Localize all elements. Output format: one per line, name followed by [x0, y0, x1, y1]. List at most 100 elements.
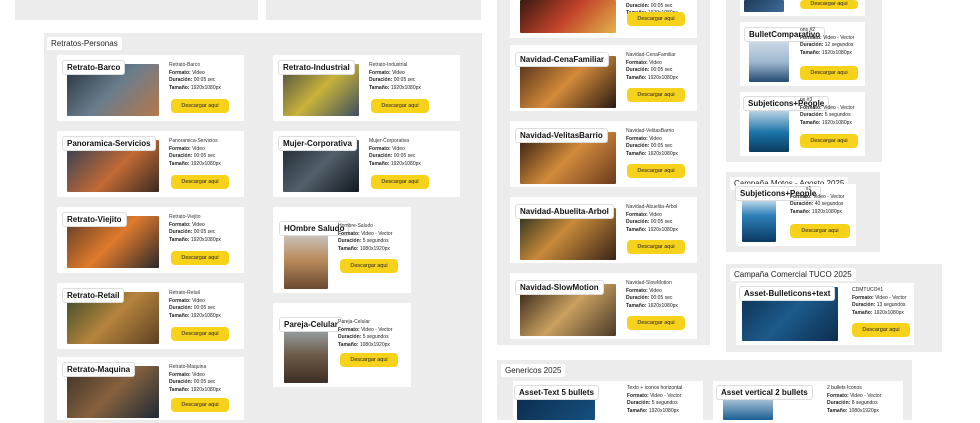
navidad-name: Navidad-CenaFamiliar: [626, 52, 676, 58]
genericos-group-title: Genericos 2025: [501, 364, 566, 377]
retrato-card: Retrato-Retail Retrato-Retail Formato: V…: [57, 283, 244, 349]
tuco-card-title: Asset-Bulleticons+text: [740, 287, 835, 300]
tuco-card: Asset-Bulleticons+text CDMTUCO#1 Formato…: [736, 283, 914, 345]
motos-name: s1: [806, 186, 812, 192]
bullet-download-button[interactable]: Descargar aqui: [800, 66, 858, 80]
retrato-name: Retrato-Viejito: [169, 214, 201, 220]
retrato-name: Mujer-Corporativa: [369, 138, 410, 144]
navidad-thumbnail[interactable]: [520, 0, 616, 33]
generico-name-1: Texto + iconos horizontal: [627, 385, 683, 391]
motos-card: Subjeticons+People s1 Formato: Video - V…: [736, 184, 856, 246]
subjeticons-card: Subjeticons+People ns #3 Formato: Video …: [740, 92, 865, 156]
navidad-card: Navidad-Abuelita-Arbol Navidad-Abuelita-…: [510, 197, 697, 263]
bullet-name: ons #2: [800, 27, 816, 33]
retrato-name: Hombre-Saludo: [338, 223, 374, 229]
retrato-title: Retrato-Viejito: [63, 213, 126, 226]
retrato-download-button[interactable]: Descargar aqui: [171, 398, 229, 412]
retrato-download-button[interactable]: Descargar aqui: [171, 327, 229, 341]
retrato-card: Mujer-Corporativa Mujer-Corporativa Form…: [273, 131, 460, 197]
tuco-group-title: Campaña Comercial TUCO 2025: [730, 268, 856, 281]
generico-meta-2: 2 bullets Iconos Formato: Video - Vector…: [827, 385, 882, 414]
subjeticons-meta: ns #3 Formato: Video - Vector Duración: …: [800, 97, 855, 126]
right-top-download-button[interactable]: Descargar aqui: [800, 0, 858, 9]
right-top-card: Descargar aqui: [740, 0, 865, 16]
retrato-meta: Pareja-Celular Formato: Video - Vector D…: [338, 319, 393, 348]
navidad-name: Navidad-VelitasBarrio: [626, 128, 675, 134]
navidad-download-button[interactable]: Descargar aqui: [627, 240, 685, 254]
retrato-download-button[interactable]: Descargar aqui: [371, 99, 429, 113]
retrato-meta: Retrato-Viejito Formato: Video Duración:…: [169, 214, 221, 243]
navidad-card: Navidad-VelitasBarrio Navidad-VelitasBar…: [510, 121, 697, 187]
retrato-card: Retrato-Maquina Retrato-Maquina Formato:…: [57, 357, 244, 420]
navidad-meta: Navidad-CenaFamiliar Formato: Video Dura…: [626, 52, 678, 81]
navidad-download-button[interactable]: Descargar aqui: [627, 316, 685, 330]
retrato-download-button[interactable]: Descargar aqui: [371, 175, 429, 189]
top-left-panel: [15, 0, 258, 20]
retrato-card: Retrato-Viejito Retrato-Viejito Formato:…: [57, 207, 244, 273]
retrato-meta: Retrato-Maquina Formato: Video Duración:…: [169, 364, 221, 393]
navidad-download-button[interactable]: Descargar aqui: [627, 164, 685, 178]
top-mid-panel: [266, 0, 481, 20]
retrato-name: Panoramica-Servicios: [169, 138, 218, 144]
retrato-download-button[interactable]: Descargar aqui: [171, 251, 229, 265]
generico-card-1: Asset-Text 5 bullets Texto + iconos hori…: [513, 381, 703, 420]
retrato-card: Pareja-Celular Pareja-Celular Formato: V…: [273, 303, 411, 387]
motos-download-button[interactable]: Descargar aqui: [790, 224, 850, 238]
retrato-title: Mujer-Corporativa: [279, 137, 356, 150]
subjeticons-download-button[interactable]: Descargar aqui: [800, 134, 858, 148]
retrato-download-button[interactable]: Descargar aqui: [171, 175, 229, 189]
navidad-card: Navidad-SlowMotion Navidad-SlowMotion Fo…: [510, 273, 697, 339]
retrato-title: Retrato-Maquina: [63, 363, 135, 376]
tuco-name: CDMTUCO#1: [852, 287, 884, 293]
generico-card-2: Asset vertical 2 bullets 2 bullets Icono…: [713, 381, 903, 420]
retrato-download-button[interactable]: Descargar aqui: [340, 353, 398, 367]
retrato-download-button[interactable]: Descargar aqui: [171, 99, 229, 113]
navidad-meta: Navidad-VelitasBarrio Formato: Video Dur…: [626, 128, 678, 157]
subjeticons-thumb: [749, 104, 789, 152]
motos-meta: s1 Formato: Video - Vector Duración: 40 …: [790, 186, 845, 215]
retrato-title: Retrato-Retail: [63, 289, 124, 302]
retrato-download-button[interactable]: Descargar aqui: [340, 259, 398, 273]
bullet-meta: ons #2 Formato: Video - Vector Duración:…: [800, 27, 855, 56]
navidad-title: Navidad-VelitasBarrio: [516, 129, 607, 142]
navidad-title: Navidad-CenaFamiliar: [516, 53, 609, 66]
tuco-download-button[interactable]: Descargar aqui: [852, 323, 910, 337]
subjeticons-name: ns #3: [800, 97, 813, 103]
navidad-title: Navidad-Abuelita-Arbol: [516, 205, 613, 218]
right-top-thumb: [744, 0, 784, 12]
retrato-title: Pareja-Celular: [280, 318, 342, 331]
retrato-meta: Panoramica-Servicios Formato: Video Dura…: [169, 138, 221, 167]
navidad-name: Navidad-SlowMotion: [626, 280, 672, 286]
retrato-title: Retrato-Industrial: [279, 61, 354, 74]
retrato-name: Retrato-Industrial: [369, 62, 408, 68]
generico-title-1: Asset-Text 5 bullets: [515, 386, 598, 399]
retrato-meta: Retrato-Retail Formato: Video Duración: …: [169, 290, 221, 319]
navidad-meta: Navidad-SlowMotion Formato: Video Duraci…: [626, 280, 678, 309]
retrato-card: Retrato-Barco Retrato-Barco Formato: Vid…: [57, 55, 244, 121]
retrato-name: Retrato-Maquina: [169, 364, 207, 370]
retrato-name: Retrato-Retail: [169, 290, 200, 296]
retrato-title: Panoramica-Servicios: [63, 137, 155, 150]
retrato-meta: Retrato-Industrial Formato: Video Duraci…: [369, 62, 421, 91]
generico-meta-1: Texto + iconos horizontal Formato: Video…: [627, 385, 683, 414]
navidad-title: Navidad-SlowMotion: [516, 281, 603, 294]
navidad-meta: Navidad-Abuelita-Arbol Formato: Video Du…: [626, 204, 678, 233]
retratos-group-title: Retratos-Personas: [47, 37, 122, 50]
retrato-card: HOmbre Saludo Hombre-Saludo Formato: Vid…: [273, 207, 411, 293]
navidad-card: Navidad-CenaFamiliar Navidad-CenaFamilia…: [510, 45, 697, 111]
retrato-meta: Hombre-Saludo Formato: Video - Vector Du…: [338, 223, 393, 252]
retrato-card: Panoramica-Servicios Panoramica-Servicio…: [57, 131, 244, 197]
navidad-download-button[interactable]: Descargar aqui: [627, 12, 685, 26]
retrato-name: Pareja-Celular: [338, 319, 370, 325]
retrato-meta: Retrato-Barco Formato: Video Duración: 0…: [169, 62, 221, 91]
tuco-meta: CDMTUCO#1 Formato: Video - Vector Duraci…: [852, 287, 907, 316]
generico-title-2: Asset vertical 2 bullets: [717, 386, 812, 399]
navidad-download-button[interactable]: Descargar aqui: [627, 88, 685, 102]
retrato-title: Retrato-Barco: [63, 61, 125, 74]
motos-thumb: [742, 194, 776, 242]
bullet-card: BulletComparativo ons #2 Formato: Video …: [740, 22, 865, 86]
retrato-meta: Mujer-Corporativa Formato: Video Duració…: [369, 138, 421, 167]
generico-name-2: 2 bullets Iconos: [827, 385, 862, 391]
navidad-card: Formato: Video Duración: 00:05 sec Tamañ…: [510, 0, 697, 38]
navidad-name: Navidad-Abuelita-Arbol: [626, 204, 678, 210]
